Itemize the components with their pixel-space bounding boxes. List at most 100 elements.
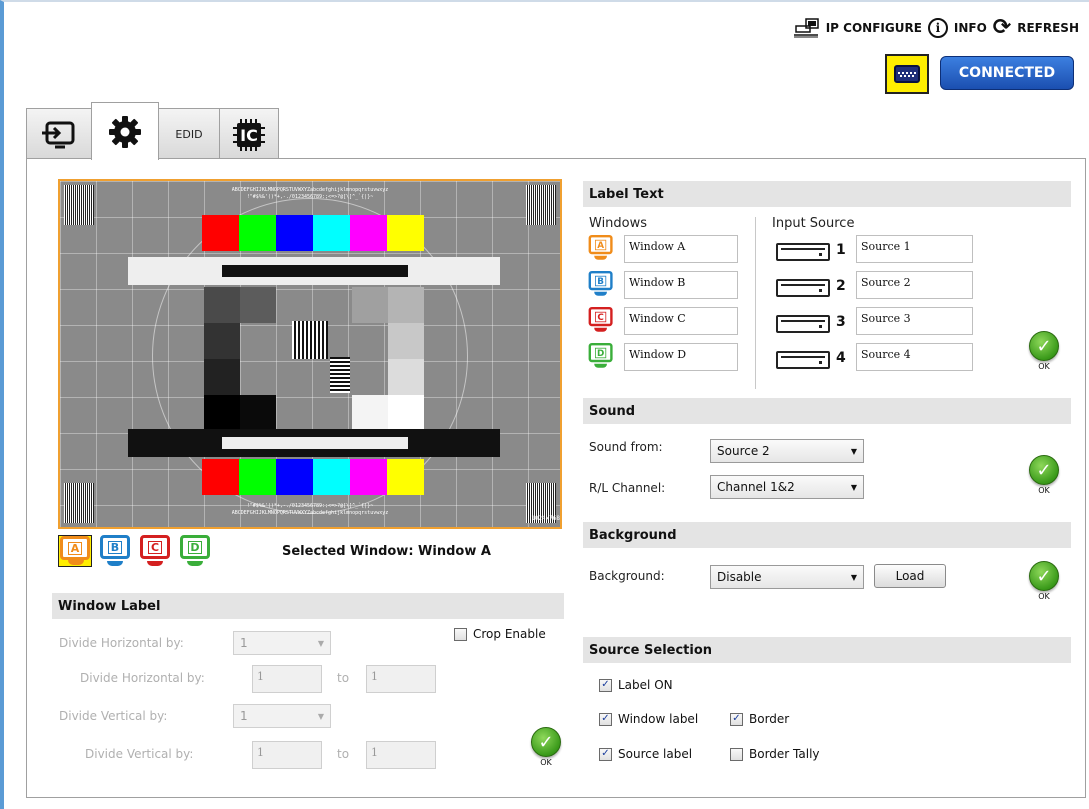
serial-port-button[interactable] (885, 54, 929, 94)
sound-ok-button[interactable]: ✓ OK (1027, 455, 1061, 495)
divide-horizontal-select[interactable]: 1 ▼ (233, 631, 331, 655)
preview-top-text2: !"#$%&'()*+,-./0123456789:;<=>?@[\]^_`{|… (246, 194, 374, 200)
divide-horizontal-from-input[interactable]: 1 (252, 665, 322, 693)
window-c-letter: C (148, 540, 162, 554)
checkmark-icon: ✓ (1029, 561, 1059, 591)
label-text-ok-button[interactable]: ✓ OK (1027, 331, 1061, 371)
window-name-input[interactable]: Window B (624, 271, 738, 299)
gray-block (352, 287, 388, 323)
window-letter: D (595, 347, 607, 358)
divide-vertical-label: Divide Vertical by: (59, 709, 168, 723)
border-tally-checkbox[interactable]: Border Tally (730, 747, 820, 761)
serial-port-icon (894, 65, 920, 83)
divide-vertical-value: 1 (240, 709, 248, 723)
color-bar (387, 459, 424, 495)
input-device-icon (776, 351, 830, 369)
border-tally-label: Border Tally (749, 747, 820, 761)
tab-input[interactable] (26, 108, 92, 160)
checkbox-box: ✓ (730, 712, 743, 726)
window-c-button[interactable]: C (138, 535, 172, 567)
color-bar (350, 459, 387, 495)
source-name-input[interactable]: Source 2 (856, 271, 973, 299)
window-name-input[interactable]: Window C (624, 307, 738, 335)
preview-resolution: 1024x768 (531, 515, 560, 522)
gray-block (352, 395, 388, 429)
color-bar (202, 215, 239, 251)
channel-select[interactable]: Channel 1&2 ▼ (710, 475, 864, 499)
background-header: Background (583, 522, 1071, 548)
tab-ic-label: IC (240, 126, 258, 145)
checkmark-icon: ✓ (1029, 455, 1059, 485)
source-number: 4 (836, 350, 846, 366)
background-ok-button[interactable]: ✓ OK (1027, 561, 1061, 601)
checkmark-icon: ✓ (531, 727, 561, 757)
source-name-input[interactable]: Source 3 (856, 307, 973, 335)
border-checkbox[interactable]: ✓ Border (730, 712, 789, 726)
resolution-pattern (330, 357, 350, 393)
tab-ic[interactable]: IC (219, 108, 279, 160)
info-icon: i (927, 18, 948, 38)
tab-settings[interactable] (91, 102, 159, 160)
gray-block (204, 323, 240, 359)
color-bar (387, 215, 424, 251)
load-button[interactable]: Load (874, 564, 946, 588)
chevron-down-icon: ▼ (317, 638, 324, 648)
source-label-checkbox[interactable]: ✓ Source label (599, 747, 692, 761)
refresh-button[interactable]: ⟳ REFRESH (993, 17, 1079, 39)
color-bar (313, 459, 350, 495)
window-label-checkbox-label: Window label (618, 712, 699, 726)
divide-vertical-from-input[interactable]: 1 (252, 741, 322, 769)
divide-horizontal-value: 1 (240, 636, 248, 650)
window-a-button[interactable]: A (58, 535, 92, 567)
checkbox-box: ✓ (599, 712, 612, 726)
app-window: IP CONFIGURE i INFO ⟳ REFRESH CONNECTED (0, 0, 1089, 809)
divide-vertical-to-input[interactable]: 1 (366, 741, 436, 769)
channel-label: R/L Channel: (589, 481, 666, 495)
channel-value: Channel 1&2 (717, 480, 795, 494)
input-source-icon (42, 121, 75, 148)
window-d-button[interactable]: D (178, 535, 212, 567)
divide-vertical-select[interactable]: 1 ▼ (233, 704, 331, 728)
window-b-button[interactable]: B (98, 535, 132, 567)
window-d-letter: D (188, 540, 202, 554)
ok-label: OK (1038, 362, 1050, 371)
window-name-input[interactable]: Window A (624, 235, 738, 263)
color-bar (276, 215, 313, 251)
info-button[interactable]: i INFO (927, 18, 987, 38)
input-source-column-header: Input Source (772, 216, 855, 231)
divide-horizontal-label: Divide Horizontal by: (59, 636, 184, 650)
ip-configure-button[interactable]: IP CONFIGURE (793, 18, 922, 38)
background-select[interactable]: Disable ▼ (710, 565, 864, 589)
chip-icon: IC (233, 118, 265, 151)
chevron-down-icon: ▼ (850, 572, 857, 582)
source-name-input[interactable]: Source 1 (856, 235, 973, 263)
window-name-input[interactable]: Window D (624, 343, 738, 371)
window-preview[interactable]: ABCDEFGHIJKLMNOPQRSTUVWXYZabcdefghijklmn… (58, 179, 562, 529)
tab-edid[interactable]: EDID (158, 108, 220, 160)
divide-horizontal-to-input[interactable]: 1 (366, 665, 436, 693)
sound-from-select[interactable]: Source 2 ▼ (710, 439, 864, 463)
window-d-icon: D (587, 343, 614, 369)
window-selector: A B C D (58, 535, 212, 567)
color-bar (239, 459, 276, 495)
ok-label: OK (1038, 486, 1050, 495)
color-bar (276, 459, 313, 495)
gray-block (240, 287, 276, 323)
source-name-input[interactable]: Source 4 (856, 343, 973, 371)
black-bar (222, 265, 408, 277)
window-label-checkbox[interactable]: ✓ Window label (599, 712, 698, 726)
window-c-icon: C (587, 307, 614, 333)
connected-button[interactable]: CONNECTED (940, 56, 1074, 90)
checkbox-box: ✓ (599, 747, 612, 761)
background-label: Background: (589, 569, 665, 583)
crop-enable-checkbox[interactable]: Crop Enable (454, 627, 546, 641)
chevron-down-icon: ▼ (317, 711, 324, 721)
sound-from-label: Sound from: (589, 440, 663, 454)
window-letter: A (595, 239, 607, 250)
window-label-ok-button[interactable]: ✓ OK (529, 727, 563, 767)
color-bar (313, 215, 350, 251)
tab-edid-label: EDID (175, 128, 203, 141)
checkbox-box (454, 627, 467, 641)
window-b-icon: B (587, 271, 614, 297)
label-on-checkbox[interactable]: ✓ Label ON (599, 678, 673, 692)
